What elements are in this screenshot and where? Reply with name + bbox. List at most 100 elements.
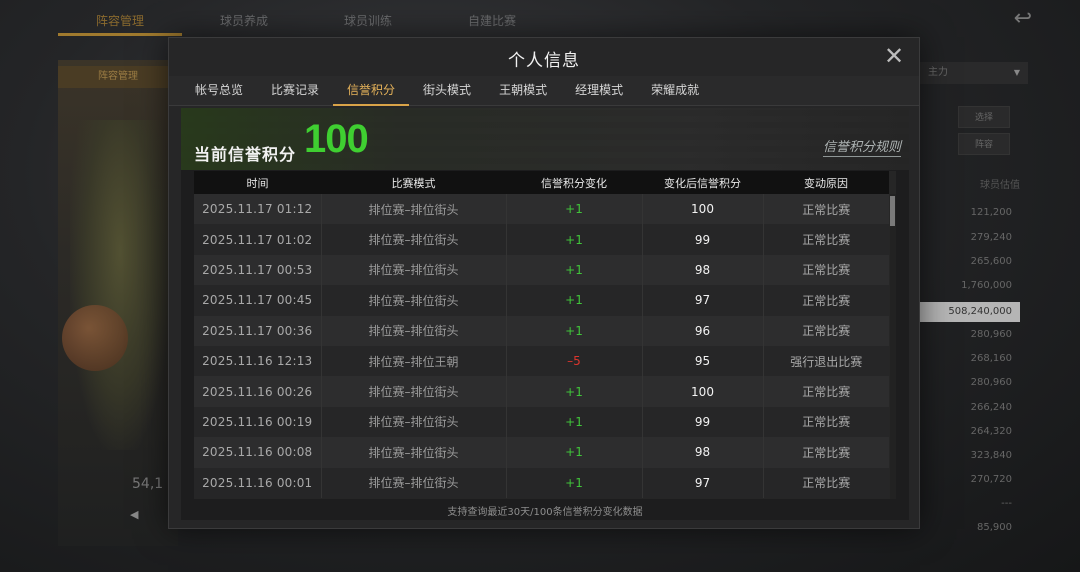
cell-reason: 正常比赛 [763, 254, 889, 286]
modal-title: 个人信息 [508, 51, 580, 71]
cell-after: 100 [642, 376, 764, 407]
cell-reason: 正常比赛 [763, 224, 889, 255]
cell-delta: +1 [506, 285, 643, 316]
cell-delta: –5 [506, 345, 643, 377]
left-arrow-icon: ◀ [130, 508, 139, 521]
cell-mode: 排位赛–排位街头 [321, 194, 507, 225]
current-score-value: 100 [304, 117, 369, 161]
background-top-nav: 阵容管理 球员养成 球员训练 自建比赛 [58, 8, 554, 36]
header-mode: 比赛模式 [321, 171, 506, 194]
tab-achievements[interactable]: 荣耀成就 [637, 76, 713, 106]
bg-lineup-button: 阵容 [958, 133, 1010, 155]
bg-nav-tab: 自建比赛 [467, 14, 516, 28]
header-reason: 变动原因 [763, 171, 889, 194]
cell-mode: 排位赛–排位街头 [321, 224, 507, 255]
scrollbar-thumb[interactable] [890, 196, 895, 226]
header-delta: 信誉积分变化 [506, 171, 642, 194]
cell-time: 2025.11.16 00:08 [194, 437, 322, 468]
tab-match-records[interactable]: 比赛记录 [257, 76, 333, 106]
bg-value: 265,600 [970, 256, 1012, 267]
cell-reason: 强行退出比赛 [763, 345, 889, 377]
cell-time: 2025.11.17 00:53 [194, 254, 322, 286]
personal-info-modal: 个人信息 ✕ 帐号总览 比赛记录 信誉积分 街头模式 王朝模式 经理模式 荣耀成… [168, 37, 920, 529]
modal-tabs: 帐号总览 比赛记录 信誉积分 街头模式 王朝模式 经理模式 荣耀成就 [169, 76, 919, 106]
cell-delta: +1 [506, 467, 643, 498]
cell-time: 2025.11.16 00:26 [194, 376, 322, 407]
table-row: 2025.11.16 00:19 排位赛–排位街头 +1 99 正常比赛 [194, 406, 889, 438]
back-arrow-icon: ↩ [1013, 6, 1032, 31]
cell-reason: 正常比赛 [763, 467, 889, 498]
cell-time: 2025.11.17 00:36 [194, 315, 322, 346]
bg-value: 85,900 [977, 522, 1012, 533]
cell-after: 98 [642, 437, 764, 468]
cell-after: 99 [642, 406, 764, 438]
cell-reason: 正常比赛 [763, 406, 889, 438]
cell-reason: 正常比赛 [763, 315, 889, 346]
bg-value: 323,840 [970, 450, 1012, 461]
cell-reason: 正常比赛 [763, 194, 889, 225]
table-scrollbar[interactable] [890, 194, 896, 499]
cell-delta: +1 [506, 376, 643, 407]
bg-value: 266,240 [970, 402, 1012, 413]
cell-time: 2025.11.17 00:45 [194, 285, 322, 316]
cell-mode: 排位赛–排位街头 [321, 254, 507, 286]
tab-credit-score[interactable]: 信誉积分 [333, 76, 410, 106]
table-row: 2025.11.17 01:02 排位赛–排位街头 +1 99 正常比赛 [194, 224, 889, 255]
cell-reason: 正常比赛 [763, 285, 889, 316]
table-row: 2025.11.17 00:36 排位赛–排位街头 +1 96 正常比赛 [194, 315, 889, 346]
cell-mode: 排位赛–排位街头 [321, 406, 507, 438]
header-after: 变化后信誉积分 [642, 171, 763, 194]
bg-value-highlighted: 508,240,000 [920, 302, 1020, 322]
bg-value: 280,960 [970, 329, 1012, 340]
cell-delta: +1 [506, 437, 643, 468]
cell-after: 96 [642, 315, 764, 346]
cell-mode: 排位赛–排位王朝 [321, 345, 507, 377]
cell-after: 97 [642, 285, 764, 316]
credit-score-panel: 当前信誉积分 100 信誉积分规则 时间 比赛模式 信誉积分变化 变化后信誉积分… [181, 108, 909, 520]
tab-manager-mode[interactable]: 经理模式 [561, 76, 637, 106]
table-row: 2025.11.16 00:26 排位赛–排位街头 +1 100 正常比赛 [194, 376, 889, 407]
table-row: 2025.11.17 01:12 排位赛–排位街头 +1 100 正常比赛 [194, 194, 889, 225]
cell-mode: 排位赛–排位街头 [321, 376, 507, 407]
tab-street-mode[interactable]: 街头模式 [409, 76, 485, 106]
cell-after: 99 [642, 224, 764, 255]
bg-card-tag: 阵容管理 [58, 66, 178, 88]
close-icon[interactable]: ✕ [883, 44, 905, 68]
tab-dynasty-mode[interactable]: 王朝模式 [485, 76, 561, 106]
cell-after: 97 [642, 467, 764, 498]
basketball-icon [62, 305, 128, 371]
bg-lineup-dropdown: 主力 [920, 62, 1028, 84]
bg-value: 279,240 [970, 232, 1012, 243]
score-rules-link[interactable]: 信誉积分规则 [822, 136, 901, 157]
bg-value: 1,760,000 [961, 280, 1012, 291]
cell-time: 2025.11.16 12:13 [194, 345, 322, 377]
bg-value: --- [1001, 498, 1012, 509]
table-row: 2025.11.16 00:08 排位赛–排位街头 +1 98 正常比赛 [194, 437, 889, 468]
bg-value: 280,960 [970, 377, 1012, 388]
cell-delta: +1 [506, 254, 643, 286]
tab-account-overview[interactable]: 帐号总览 [181, 76, 257, 106]
table-row: 2025.11.17 00:45 排位赛–排位街头 +1 97 正常比赛 [194, 285, 889, 316]
player-silhouette [70, 120, 170, 450]
cell-delta: +1 [506, 406, 643, 438]
table-row: 2025.11.17 00:53 排位赛–排位街头 +1 98 正常比赛 [194, 254, 889, 286]
cell-mode: 排位赛–排位街头 [321, 315, 507, 346]
bg-value: 264,320 [970, 426, 1012, 437]
cell-reason: 正常比赛 [763, 437, 889, 468]
score-banner: 当前信誉积分 100 信誉积分规则 [181, 108, 909, 170]
cell-delta: +1 [506, 224, 643, 255]
cell-time: 2025.11.17 01:12 [194, 194, 322, 225]
query-limit-note: 支持查询最近30天/100条信誉积分变化数据 [447, 507, 643, 518]
table-header-row: 时间 比赛模式 信誉积分变化 变化后信誉积分 变动原因 [194, 171, 889, 194]
bg-select-button: 选择 [958, 106, 1010, 128]
cell-after: 98 [642, 254, 764, 286]
score-history-table: 时间 比赛模式 信誉积分变化 变化后信誉积分 变动原因 2025.11.17 0… [194, 171, 896, 499]
table-row: 2025.11.16 00:01 排位赛–排位街头 +1 97 正常比赛 [194, 467, 889, 498]
current-score-label: 当前信誉积分 [194, 145, 297, 164]
cell-after: 100 [642, 194, 764, 225]
cell-mode: 排位赛–排位街头 [321, 285, 507, 316]
bg-value: 270,720 [970, 474, 1012, 485]
cell-time: 2025.11.16 00:19 [194, 406, 322, 438]
cell-time: 2025.11.16 00:01 [194, 467, 322, 498]
bg-card-number: 54,1 [132, 476, 164, 492]
